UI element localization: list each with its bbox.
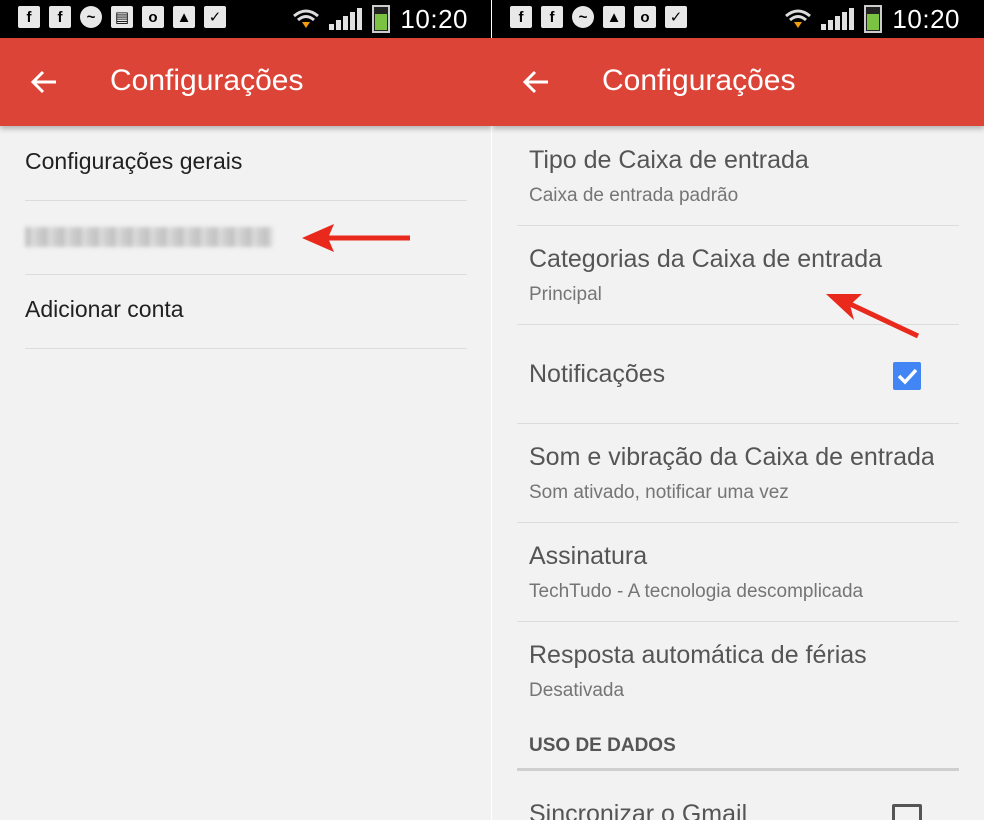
general-settings-item[interactable]: Configurações gerais [25,126,467,201]
page-title: Configurações [110,64,304,97]
clock: 10:20 [892,3,960,34]
add-account-item[interactable]: Adicionar conta [25,274,467,349]
clock: 10:20 [400,3,468,34]
list-item-label: Adicionar conta [25,296,184,322]
notifications-checkbox[interactable] [893,362,921,390]
setting-title: Assinatura [529,542,648,570]
facebook-icon: f [18,6,40,28]
status-bar: f f ~ ▤ o ▲ ✓ 10:20 [0,0,492,38]
annotation-arrow [826,294,920,339]
signature-setting[interactable]: Assinatura TechTudo - A tecnologia desco… [517,522,959,622]
clipboard-check-icon: ✓ [204,6,226,28]
setting-subtitle: Principal [529,284,602,305]
messenger-icon: ~ [80,6,102,28]
gallery-icon: ▲ [173,6,195,28]
setting-subtitle: Desativada [529,680,625,701]
facebook-icon: f [49,6,71,28]
battery-icon [372,5,391,33]
app-bar: Configurações [0,38,492,126]
right-screen: f f ~ ▲ o ✓ 10:20 Configurações Tipo de [492,0,984,820]
annotation-arrow [302,224,410,252]
back-arrow-icon[interactable] [28,66,60,98]
section-divider [517,768,959,771]
redacted-account-email [25,227,273,247]
setting-title: Som e vibração da Caixa de entrada [529,443,934,471]
vacation-responder-setting[interactable]: Resposta automática de férias Desativada [517,621,959,720]
setting-title: Notificações [529,360,666,388]
page-title: Configurações [602,64,796,97]
facebook-icon: f [541,6,563,28]
setting-title: Tipo de Caixa de entrada [529,146,809,174]
sound-vibration-setting[interactable]: Som e vibração da Caixa de entrada Som a… [517,423,959,523]
outlook-icon: o [142,6,164,28]
sd-card-icon: ▤ [111,6,133,28]
back-arrow-icon[interactable] [520,66,552,98]
clipboard-check-icon: ✓ [665,6,687,28]
inbox-type-setting[interactable]: Tipo de Caixa de entrada Caixa de entrad… [517,126,959,226]
gallery-icon: ▲ [603,6,625,28]
setting-subtitle: Caixa de entrada padrão [529,185,739,206]
outlook-icon: o [634,6,656,28]
signal-icon [821,8,855,30]
signal-icon [329,8,363,30]
checkmark-icon [897,368,918,385]
app-bar: Configurações [492,38,984,126]
wifi-icon [785,9,812,28]
sync-gmail-label: Sincronizar o Gmail [529,800,748,820]
left-screen: f f ~ ▤ o ▲ ✓ 10:20 Configurações Config… [0,0,492,820]
wifi-icon [293,9,320,28]
setting-title: Resposta automática de férias [529,641,867,669]
messenger-icon: ~ [572,6,594,28]
setting-subtitle: Som ativado, notificar uma vez [529,482,789,503]
section-header-data-usage: USO DE DADOS [529,735,676,756]
setting-title: Categorias da Caixa de entrada [529,245,883,273]
battery-icon [864,5,883,33]
sync-gmail-checkbox[interactable] [892,804,922,820]
list-item-label: Configurações gerais [25,148,243,174]
setting-subtitle: TechTudo - A tecnologia descomplicada [529,581,864,602]
facebook-icon: f [510,6,532,28]
status-bar: f f ~ ▲ o ✓ 10:20 [492,0,984,38]
